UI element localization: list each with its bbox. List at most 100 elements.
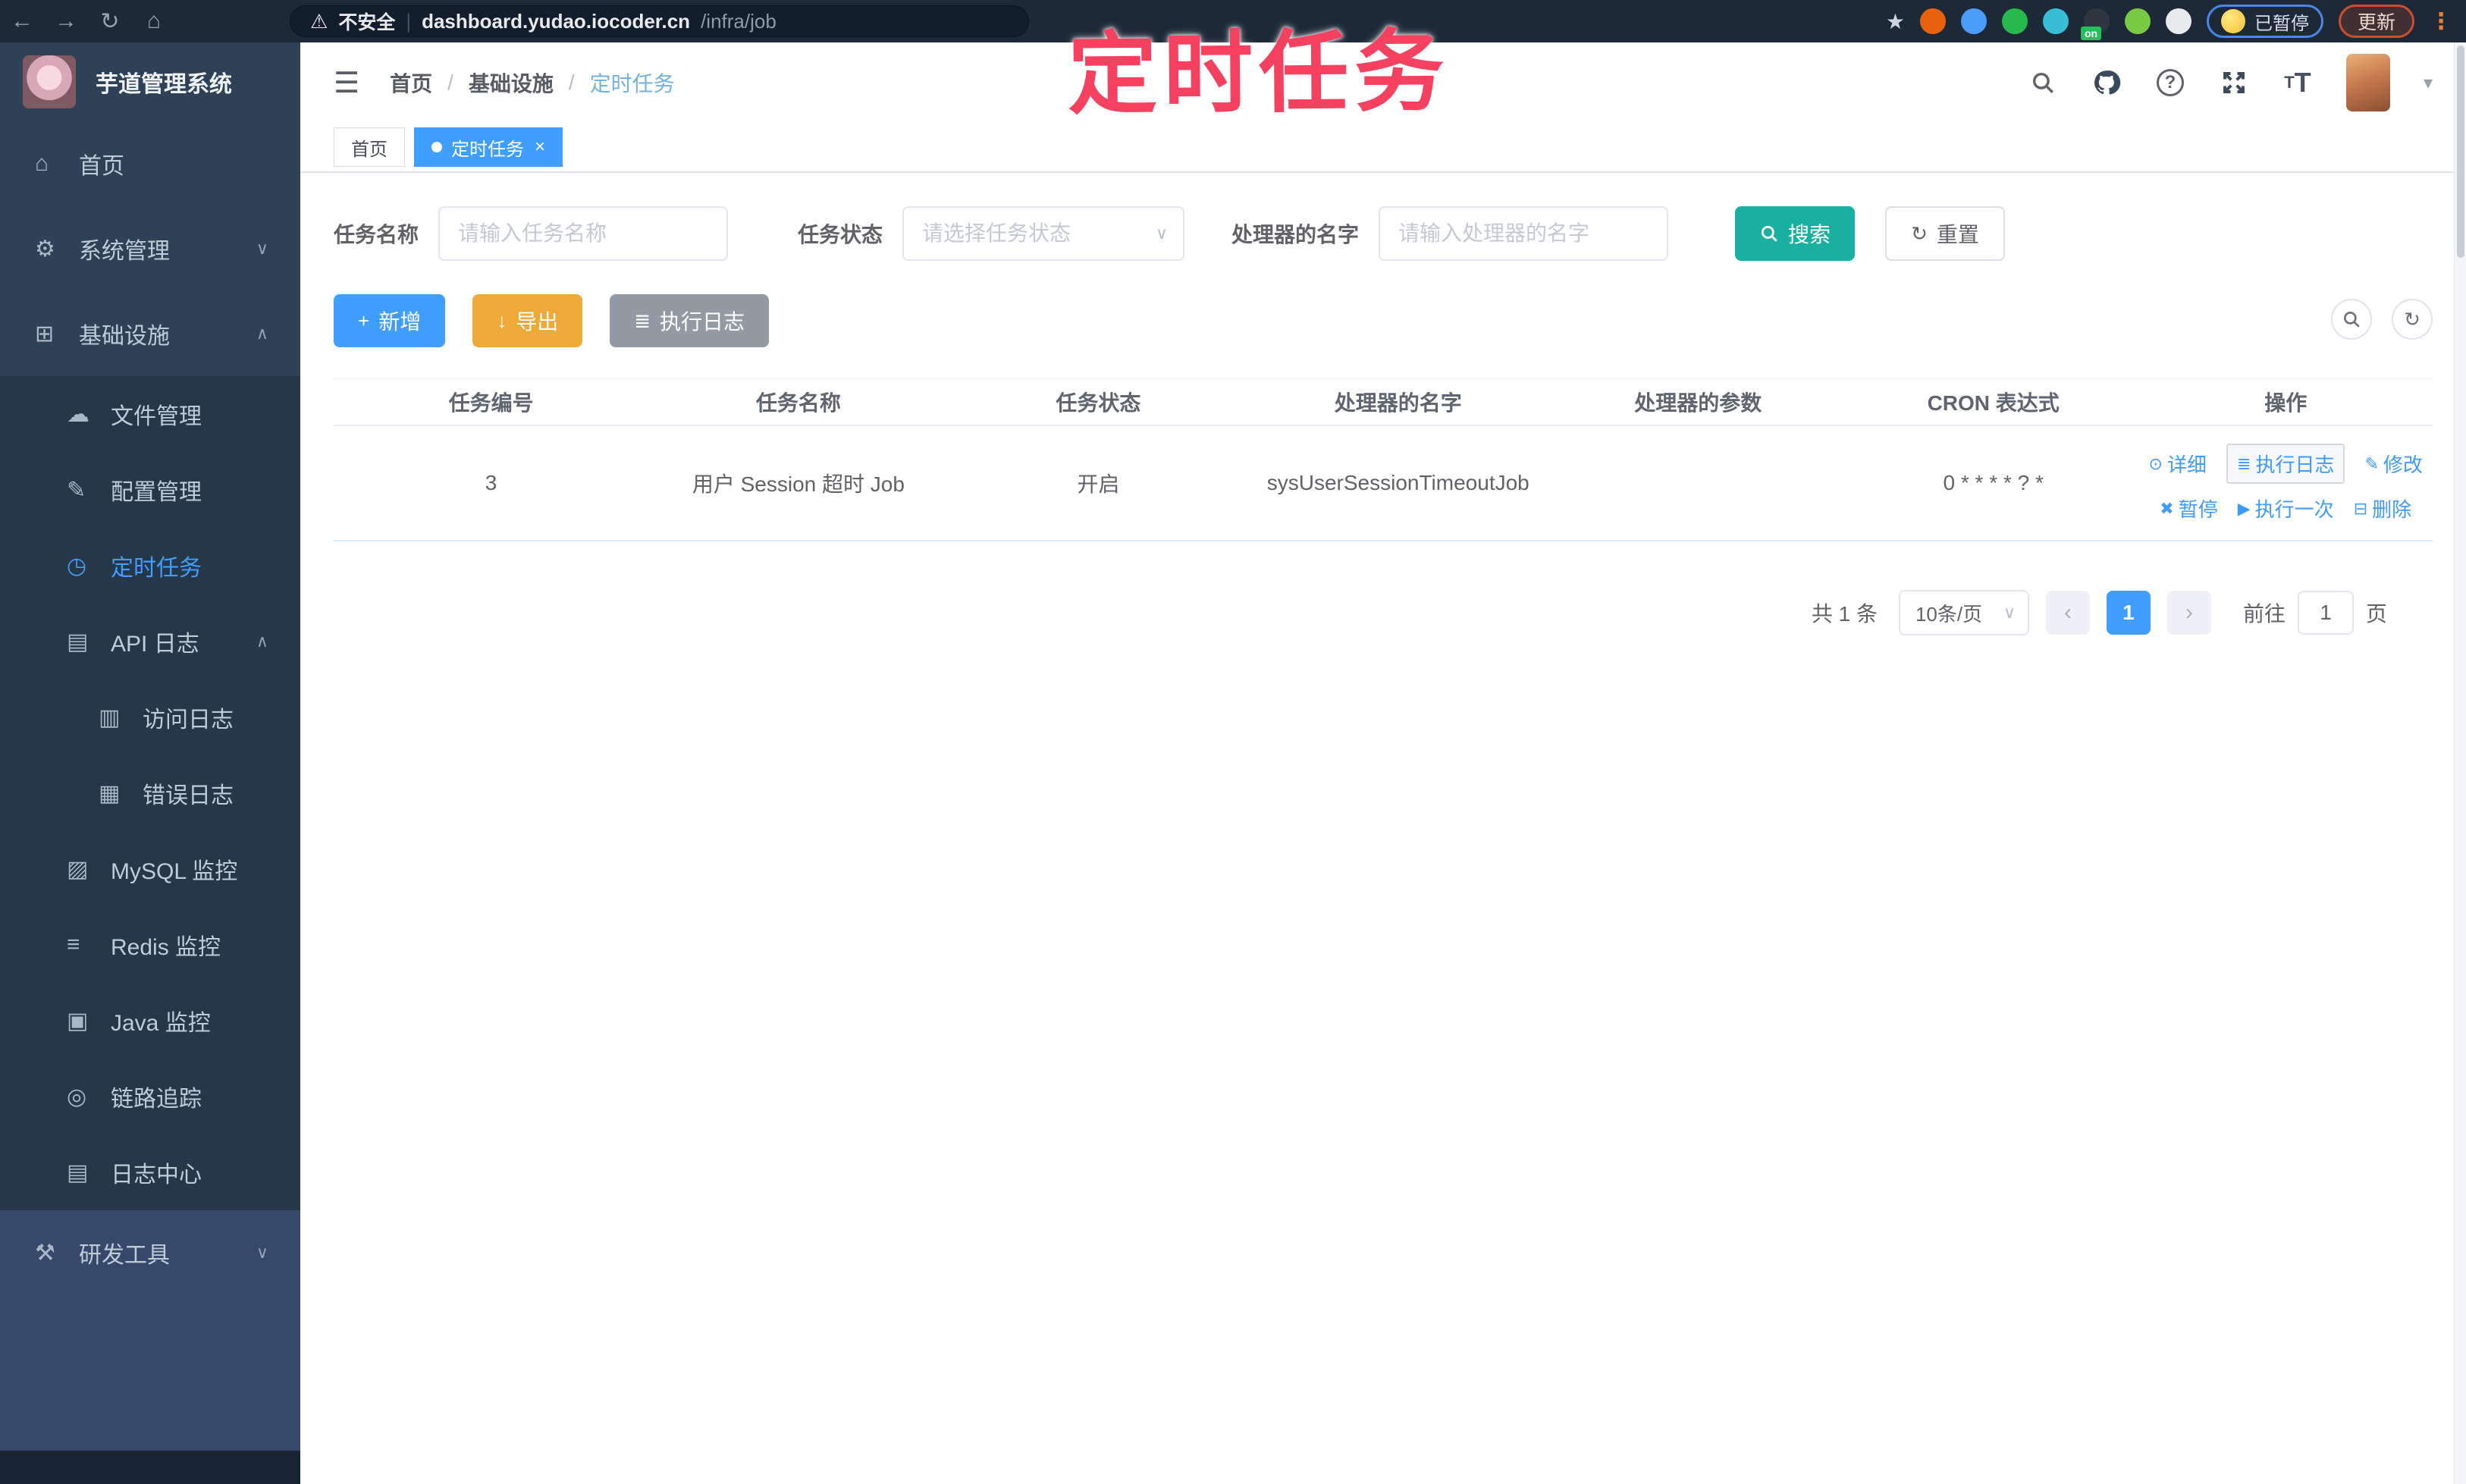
emoji-face-icon bbox=[2220, 9, 2245, 33]
goto-page: 前往 页 bbox=[2243, 591, 2387, 635]
sidebar-menu: ⌂ 首页 ⚙ 系统管理 ∨ ⊞ 基础设施 ∧ ☁ 文件管理 ✎ 配置管理 ◷ 定… bbox=[0, 121, 300, 1295]
sidebar-item[interactable]: ☁ 文件管理 bbox=[0, 376, 300, 452]
sidebar-item[interactable]: ⌂ 首页 bbox=[0, 121, 300, 206]
window-scrollbar[interactable] bbox=[2454, 42, 2466, 1484]
forward-icon[interactable]: → bbox=[44, 8, 88, 34]
sidebar-item-label: MySQL 监控 bbox=[111, 859, 238, 884]
sidebar-item-label: 访问日志 bbox=[143, 707, 234, 733]
action-icon: ⊙ bbox=[2148, 453, 2163, 473]
job-name-label: 任务名称 bbox=[334, 223, 419, 246]
extension-icon[interactable] bbox=[1919, 8, 1946, 34]
breadcrumb-infra[interactable]: 基础设施 bbox=[469, 67, 554, 98]
sidebar-collapse-icon[interactable]: ☰ bbox=[334, 66, 359, 100]
sidebar-item[interactable]: ◷ 定时任务 bbox=[0, 528, 300, 604]
avatar[interactable] bbox=[2345, 54, 2390, 111]
sidebar-item[interactable]: ▥ 访问日志 bbox=[0, 679, 300, 755]
sidebar-item[interactable]: ≡ Redis 监控 bbox=[0, 907, 300, 983]
browser-update-button[interactable]: 更新 bbox=[2338, 5, 2414, 38]
address-bar[interactable]: ⚠ 不安全 | dashboard.yudao.iocoder.cn /infr… bbox=[290, 5, 1029, 37]
help-icon[interactable]: ? bbox=[2155, 67, 2185, 98]
tab-scheduled-jobs[interactable]: 定时任务 × bbox=[414, 127, 563, 167]
exec-log-button[interactable]: ≣ 执行日志 bbox=[610, 294, 770, 347]
bookmark-star-icon[interactable]: ★ bbox=[1886, 9, 1905, 34]
refresh-table-icon[interactable]: ↻ bbox=[2392, 299, 2433, 340]
action-link[interactable]: ✖ 暂停 bbox=[2160, 494, 2217, 522]
extension-icon[interactable] bbox=[2042, 8, 2069, 34]
app-logo-row[interactable]: 芋道管理系统 bbox=[0, 42, 300, 121]
sidebar-item[interactable]: ✎ 配置管理 bbox=[0, 452, 300, 528]
reload-icon[interactable]: ↻ bbox=[88, 8, 132, 35]
extension-icon[interactable] bbox=[2165, 8, 2191, 34]
breadcrumb: 首页 / 基础设施 / 定时任务 bbox=[390, 67, 675, 98]
sidebar-item-icon: ▣ bbox=[67, 1008, 89, 1034]
sidebar-item-label: 配置管理 bbox=[111, 480, 202, 505]
sidebar-item[interactable]: ▤ 日志中心 bbox=[0, 1134, 300, 1210]
search-icon[interactable] bbox=[2028, 67, 2058, 98]
reset-button[interactable]: ↻ 重置 bbox=[1885, 206, 2005, 261]
action-icon: ≣ bbox=[2237, 453, 2251, 473]
action-link[interactable]: ⊙ 详细 bbox=[2149, 450, 2207, 478]
sidebar-item-label: 定时任务 bbox=[111, 556, 202, 581]
cell-job-status: 开启 bbox=[1077, 472, 1120, 496]
paused-extension-pill[interactable]: 已暂停 bbox=[2206, 5, 2323, 38]
action-link[interactable]: ⊟ 删除 bbox=[2354, 494, 2411, 522]
cell-handler-name: sysUserSessionTimeoutJob bbox=[1266, 471, 1529, 494]
job-name-input[interactable] bbox=[438, 206, 729, 261]
extension-badge: on bbox=[2080, 27, 2102, 40]
security-warning-label[interactable]: 不安全 bbox=[338, 8, 395, 35]
goto-page-input[interactable] bbox=[2297, 591, 2354, 635]
job-status-select[interactable]: ∨ bbox=[902, 206, 1185, 261]
breadcrumb-home[interactable]: 首页 bbox=[390, 67, 432, 98]
extension-icon[interactable] bbox=[2001, 8, 2028, 34]
add-button[interactable]: + 新增 bbox=[334, 294, 446, 347]
sidebar-item[interactable]: ▤ API 日志 ∧ bbox=[0, 604, 300, 679]
sidebar-item[interactable]: ⊞ 基础设施 ∧ bbox=[0, 291, 300, 376]
app-logo bbox=[23, 55, 76, 108]
sidebar: 芋道管理系统 ⌂ 首页 ⚙ 系统管理 ∨ ⊞ 基础设施 ∧ ☁ 文件管理 ✎ 配… bbox=[0, 42, 300, 1484]
action-link[interactable]: ✎ 修改 bbox=[2364, 450, 2422, 478]
chevron-down-icon: ∨ bbox=[2003, 603, 2016, 622]
next-page-button[interactable]: › bbox=[2166, 591, 2211, 635]
current-page-button[interactable]: 1 bbox=[2106, 591, 2151, 635]
browser-menu-icon[interactable]: ⋮ bbox=[2430, 8, 2452, 35]
list-icon: ≣ bbox=[634, 309, 651, 332]
avatar-caret-icon[interactable]: ▾ bbox=[2424, 72, 2433, 94]
sidebar-item[interactable]: ▦ 错误日志 bbox=[0, 755, 300, 831]
close-tab-icon[interactable]: × bbox=[535, 136, 545, 158]
home-icon[interactable]: ⌂ bbox=[132, 8, 176, 34]
extension-icon[interactable] bbox=[1960, 8, 1987, 34]
github-icon[interactable] bbox=[2091, 67, 2122, 98]
font-size-icon[interactable]: TT bbox=[2282, 67, 2313, 98]
extension-icon[interactable]: on bbox=[2080, 8, 2110, 40]
action-link[interactable]: ≣ 执行日志 bbox=[2226, 444, 2345, 484]
sidebar-item-label: 日志中心 bbox=[111, 1162, 202, 1188]
cell-job-id: 3 bbox=[485, 471, 497, 494]
sidebar-item[interactable]: ◎ 链路追踪 bbox=[0, 1059, 300, 1134]
toggle-search-icon[interactable] bbox=[2331, 299, 2372, 340]
sidebar-item-label: 研发工具 bbox=[79, 1243, 170, 1268]
page-size-select[interactable]: 10条/页 ∨ bbox=[1898, 590, 2029, 635]
extension-icon[interactable] bbox=[2124, 8, 2151, 34]
prev-page-button[interactable]: ‹ bbox=[2045, 591, 2090, 635]
table-row[interactable]: 3 用户 Session 超时 Job 开启 sysUserSessionTim… bbox=[334, 426, 2433, 541]
export-button[interactable]: ↓ 导出 bbox=[472, 294, 583, 347]
cell-job-name: 用户 Session 超时 Job bbox=[692, 472, 905, 496]
search-button[interactable]: 搜索 bbox=[1735, 206, 1856, 261]
tab-home[interactable]: 首页 bbox=[334, 127, 405, 167]
sidebar-item[interactable]: ⚙ 系统管理 ∨ bbox=[0, 206, 300, 291]
sidebar-item[interactable]: ▣ Java 监控 bbox=[0, 983, 300, 1059]
handler-name-input[interactable] bbox=[1379, 206, 1669, 261]
sidebar-item[interactable]: ▨ MySQL 监控 bbox=[0, 831, 300, 907]
sidebar-item-label: 首页 bbox=[79, 154, 124, 179]
sidebar-item[interactable]: ⚒ 研发工具 ∨ bbox=[0, 1210, 300, 1295]
fullscreen-icon[interactable] bbox=[2219, 67, 2249, 98]
sidebar-item-icon: ⚙ bbox=[35, 236, 55, 262]
annotation-overlay: 定时任务 bbox=[1067, 21, 1451, 126]
job-status-select-input[interactable] bbox=[902, 206, 1185, 261]
back-icon[interactable]: ← bbox=[0, 8, 44, 34]
header-icons: ? TT ▾ bbox=[2028, 54, 2433, 111]
sidebar-item-icon: ⊞ bbox=[35, 321, 55, 347]
action-link[interactable]: ▶ 执行一次 bbox=[2238, 494, 2334, 522]
sidebar-item-icon: ▤ bbox=[67, 629, 89, 654]
scrollbar-thumb[interactable] bbox=[2457, 45, 2464, 258]
